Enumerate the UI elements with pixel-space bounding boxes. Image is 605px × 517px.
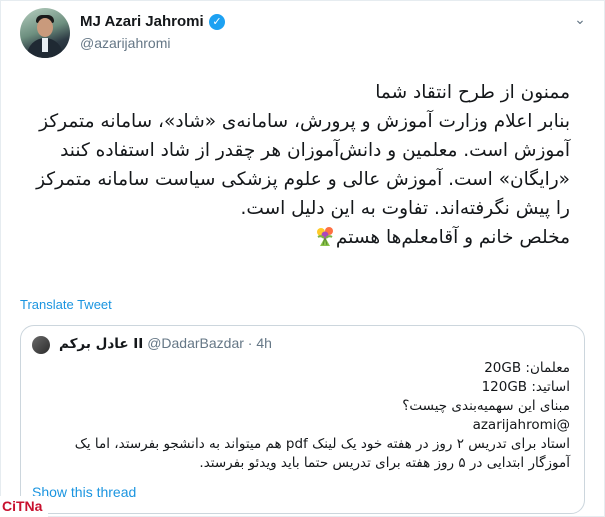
quoted-author-name[interactable]: عادل برکم II	[59, 336, 143, 352]
tweet-line: ممنون از طرح انتقاد شما	[375, 82, 570, 103]
quoted-line: معلمان: 20GB	[484, 360, 570, 376]
bouquet-emoji-icon	[314, 225, 336, 247]
tweet-text: ممنون از طرح انتقاد شما بنابر اعلام وزار…	[30, 78, 570, 252]
quoted-tweet-time[interactable]: 4h	[256, 335, 272, 351]
author-handle[interactable]: @azarijahromi	[80, 35, 170, 51]
translate-tweet-link[interactable]: Translate Tweet	[20, 297, 112, 312]
quoted-line: اساتید: 120GB	[481, 379, 570, 395]
author-avatar[interactable]	[20, 8, 70, 58]
quoted-tweet-header: عادل برکم II @DadarBazdar · 4h	[59, 335, 272, 352]
tweet-line: بنابر اعلام وزارت آموزش و پرورش، سامانه‌…	[36, 111, 570, 219]
quoted-author-handle[interactable]: @DadarBazdar	[147, 335, 244, 351]
quoted-line: مبنای این سهمیه‌بندی چیست؟	[402, 398, 570, 414]
author-name[interactable]: MJ Azari Jahromi	[80, 13, 204, 30]
quoted-tweet-text: معلمان: 20GB اساتید: 120GB مبنای این سهم…	[35, 359, 570, 473]
chevron-down-icon[interactable]: ⌄	[571, 13, 589, 27]
watermark-logo: CiTNa	[0, 496, 48, 517]
quoted-line: استاد برای تدریس ۲ روز در هفته خود یک لی…	[74, 436, 570, 471]
verified-badge-icon: ✓	[209, 14, 225, 30]
separator-dot: ·	[247, 335, 253, 351]
quoted-author-avatar[interactable]	[32, 336, 50, 354]
tweet-line: مخلص خانم و آقامعلم‌ها هستم	[30, 223, 570, 252]
quoted-tweet[interactable]: عادل برکم II @DadarBazdar · 4h معلمان: 2…	[20, 325, 585, 514]
quoted-mention[interactable]: @azarijahromi	[35, 416, 570, 435]
